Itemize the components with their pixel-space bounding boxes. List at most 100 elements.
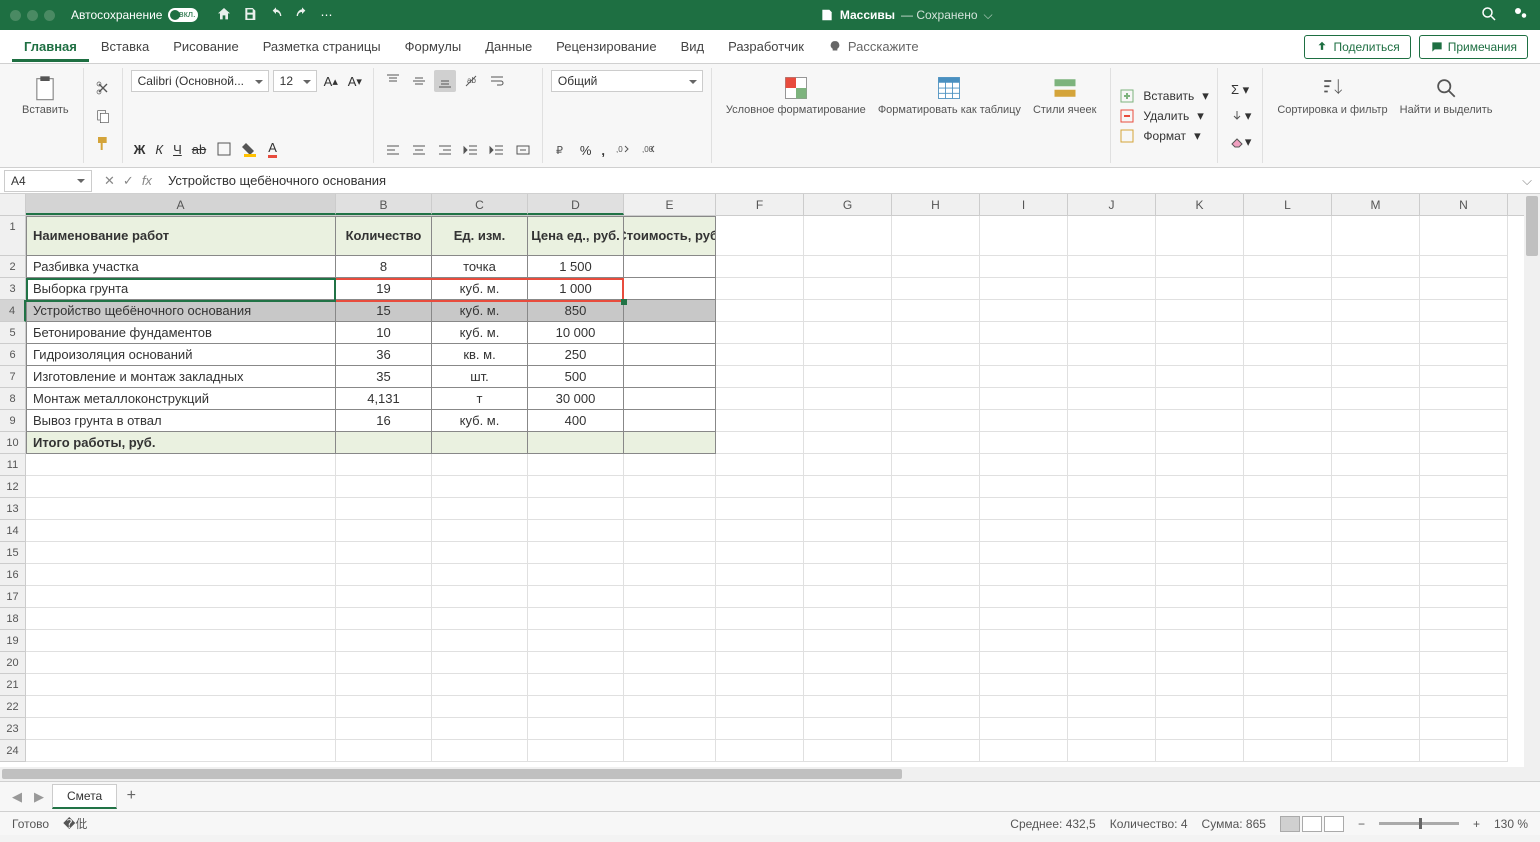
cell[interactable] [804, 454, 892, 476]
cell[interactable] [980, 674, 1068, 696]
cell[interactable] [1156, 366, 1244, 388]
cell[interactable] [1420, 432, 1508, 454]
cell[interactable] [1156, 740, 1244, 762]
cell[interactable] [432, 542, 528, 564]
cell[interactable]: 850 [528, 300, 624, 322]
cell[interactable] [1068, 564, 1156, 586]
cell[interactable] [1068, 740, 1156, 762]
horizontal-scrollbar[interactable] [0, 767, 1540, 781]
cell[interactable] [1156, 322, 1244, 344]
cell[interactable] [432, 608, 528, 630]
cell-styles-button[interactable]: Стили ячеек [1027, 70, 1102, 161]
cell[interactable] [1244, 586, 1332, 608]
name-box[interactable]: A4 [4, 170, 92, 192]
fill-icon[interactable]: ▾ [1226, 105, 1255, 127]
cell[interactable] [1332, 586, 1420, 608]
cell[interactable] [1244, 454, 1332, 476]
cell[interactable] [892, 740, 980, 762]
cell[interactable] [624, 300, 716, 322]
cell[interactable] [1420, 718, 1508, 740]
cell[interactable] [1244, 216, 1332, 256]
cell[interactable] [892, 410, 980, 432]
cell[interactable] [26, 520, 336, 542]
conditional-formatting-button[interactable]: Условное форматирование [720, 70, 872, 161]
cell[interactable] [26, 674, 336, 696]
cell[interactable] [624, 476, 716, 498]
clear-icon[interactable]: ▾ [1226, 131, 1255, 153]
cell[interactable]: Гидроизоляция оснований [26, 344, 336, 366]
cell[interactable] [1068, 630, 1156, 652]
cell[interactable] [624, 366, 716, 388]
cell[interactable] [1068, 366, 1156, 388]
row-header[interactable]: 15 [0, 542, 26, 564]
redo-icon[interactable] [294, 6, 310, 25]
cell[interactable] [1156, 630, 1244, 652]
cell[interactable] [1332, 674, 1420, 696]
cell[interactable] [980, 278, 1068, 300]
cell[interactable] [1156, 696, 1244, 718]
cell[interactable] [1244, 278, 1332, 300]
cell[interactable] [892, 366, 980, 388]
cell[interactable] [1068, 520, 1156, 542]
cell[interactable] [804, 564, 892, 586]
cell[interactable] [1156, 388, 1244, 410]
cell[interactable] [1332, 630, 1420, 652]
cell[interactable] [528, 608, 624, 630]
col-header-E[interactable]: E [624, 194, 716, 215]
cell[interactable] [432, 476, 528, 498]
cell[interactable]: 1 500 [528, 256, 624, 278]
row-header[interactable]: 17 [0, 586, 26, 608]
cell[interactable] [1156, 718, 1244, 740]
cell[interactable] [980, 652, 1068, 674]
cell[interactable] [528, 586, 624, 608]
cell[interactable] [892, 256, 980, 278]
cell[interactable] [26, 476, 336, 498]
cell[interactable] [528, 652, 624, 674]
cell[interactable] [892, 586, 980, 608]
cell[interactable] [804, 520, 892, 542]
cell[interactable]: 4,131 [336, 388, 432, 410]
cell[interactable] [804, 542, 892, 564]
expand-formula-bar-icon[interactable]: ⌵ [1514, 173, 1540, 189]
cell[interactable] [432, 586, 528, 608]
cell[interactable] [804, 322, 892, 344]
cell[interactable] [1156, 586, 1244, 608]
cell[interactable] [980, 454, 1068, 476]
wrap-text-icon[interactable] [486, 70, 508, 92]
cell[interactable] [624, 322, 716, 344]
cell[interactable] [624, 696, 716, 718]
cell[interactable] [1420, 520, 1508, 542]
cell[interactable] [980, 630, 1068, 652]
currency-icon[interactable]: ₽ [551, 139, 573, 161]
percent-icon[interactable]: % [577, 140, 595, 161]
row-header[interactable]: 7 [0, 366, 26, 388]
cell[interactable] [528, 432, 624, 454]
cell[interactable] [716, 216, 804, 256]
cell[interactable] [1156, 410, 1244, 432]
cell[interactable] [528, 674, 624, 696]
cell[interactable] [1420, 652, 1508, 674]
cell[interactable] [336, 520, 432, 542]
cell[interactable] [1332, 740, 1420, 762]
cell[interactable] [26, 454, 336, 476]
cell[interactable] [432, 432, 528, 454]
cell[interactable] [980, 432, 1068, 454]
cell[interactable] [528, 696, 624, 718]
cell[interactable] [892, 344, 980, 366]
cell[interactable]: Бетонирование фундаментов [26, 322, 336, 344]
cell[interactable] [1156, 520, 1244, 542]
cell[interactable] [1332, 344, 1420, 366]
row-header[interactable]: 18 [0, 608, 26, 630]
cell[interactable] [26, 564, 336, 586]
cell[interactable] [892, 542, 980, 564]
view-layout-icon[interactable] [1302, 816, 1322, 832]
cell[interactable]: 35 [336, 366, 432, 388]
cell[interactable] [980, 388, 1068, 410]
row-header[interactable]: 14 [0, 520, 26, 542]
col-header-C[interactable]: C [432, 194, 528, 215]
zoom-out-icon[interactable]: − [1358, 817, 1365, 831]
col-header-K[interactable]: K [1156, 194, 1244, 215]
cell[interactable] [1244, 520, 1332, 542]
cell[interactable]: т [432, 388, 528, 410]
cell[interactable] [1068, 344, 1156, 366]
